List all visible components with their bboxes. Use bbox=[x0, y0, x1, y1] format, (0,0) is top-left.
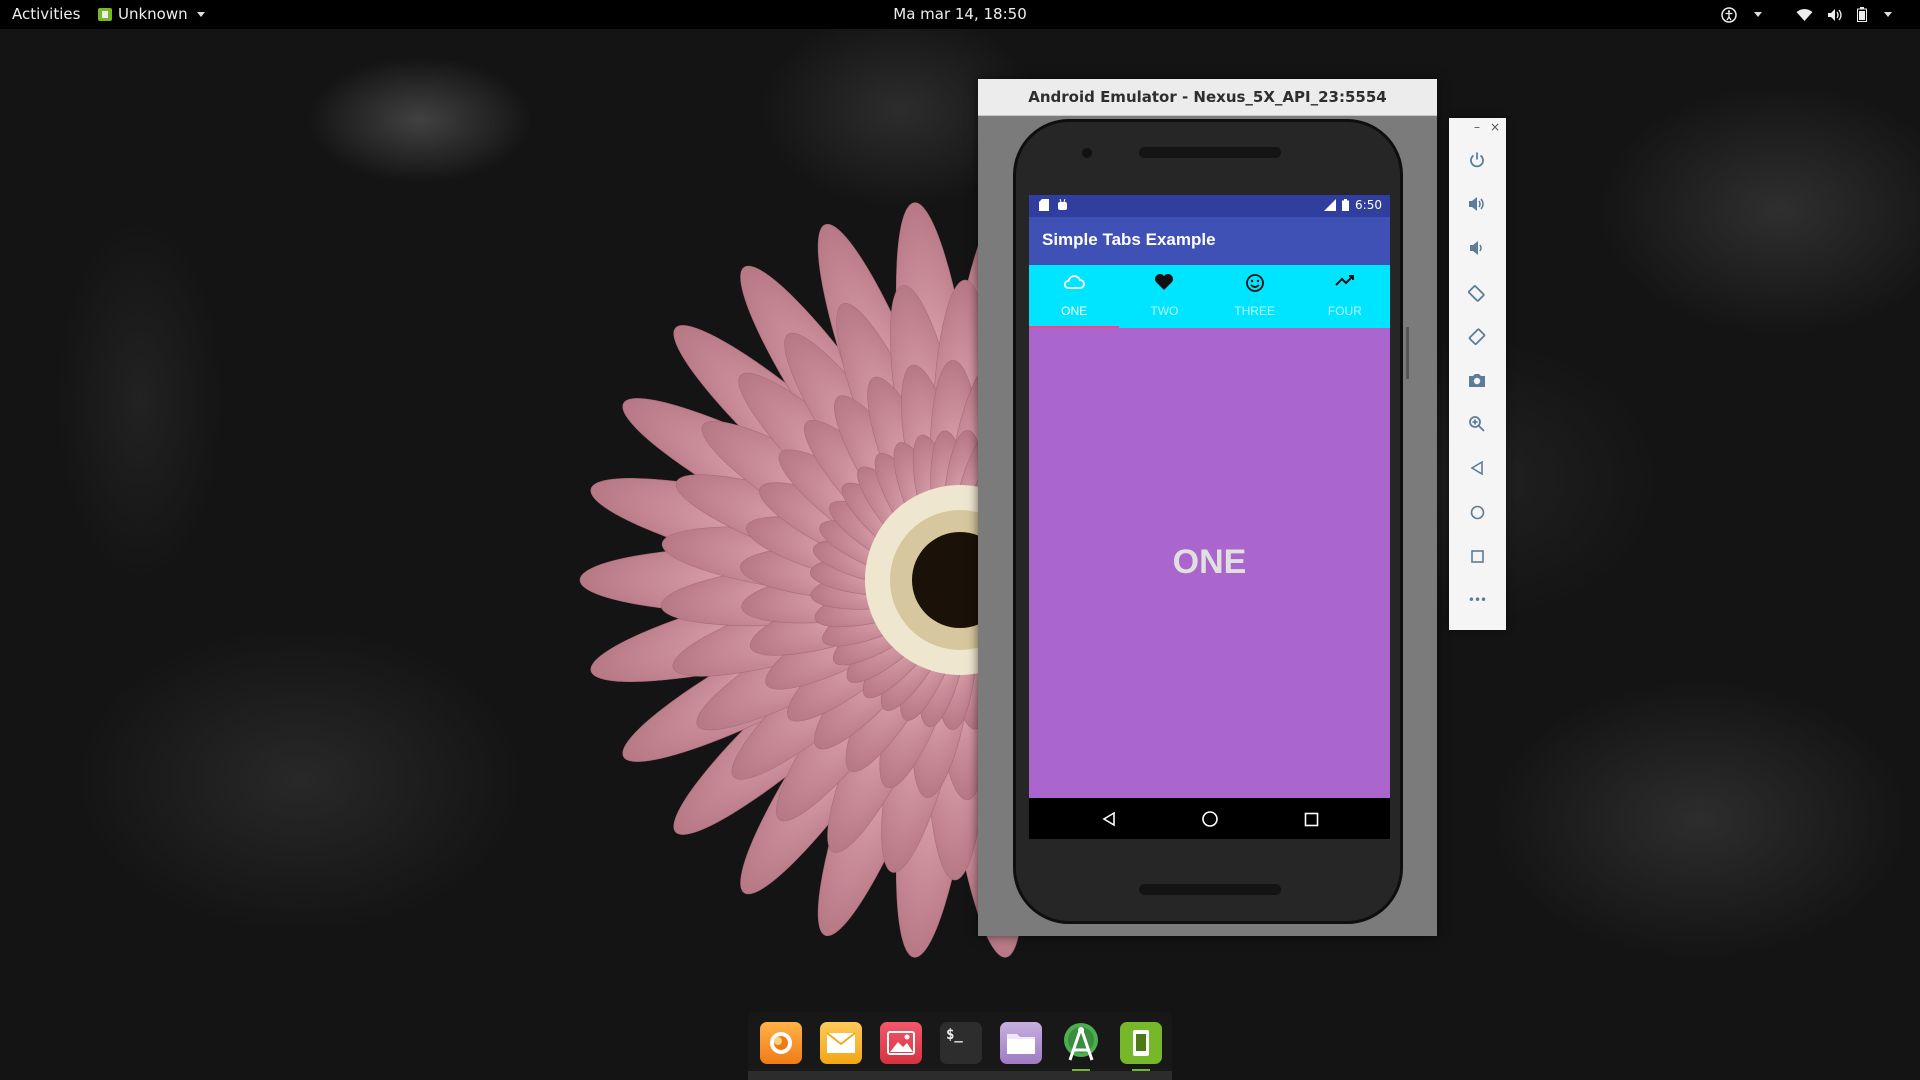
tab-four[interactable]: FOUR bbox=[1300, 265, 1390, 328]
cloud-icon bbox=[1063, 275, 1086, 289]
tab-bar: ONE TWO THREE FOUR bbox=[1029, 265, 1390, 328]
terminal-icon[interactable]: $_ bbox=[940, 1022, 982, 1064]
emulator-window: Android Emulator - Nexus_5X_API_23:5554 … bbox=[978, 79, 1437, 936]
tab-one[interactable]: ONE bbox=[1029, 265, 1120, 328]
volume-down-icon[interactable] bbox=[1463, 234, 1491, 262]
speaker-top bbox=[1139, 147, 1281, 158]
accessibility-icon[interactable] bbox=[1721, 6, 1737, 23]
phone-frame: 6:50 Simple Tabs Example ONE TWO THREE F… bbox=[1013, 119, 1409, 924]
speaker-bottom bbox=[1139, 884, 1281, 895]
trending-up-icon bbox=[1335, 275, 1354, 286]
status-time: 6:50 bbox=[1355, 198, 1382, 212]
recents-icon[interactable] bbox=[1298, 806, 1324, 832]
smiley-icon bbox=[1245, 274, 1264, 292]
signal-icon bbox=[1324, 199, 1337, 211]
chevron-down-icon bbox=[1884, 12, 1892, 17]
window-title[interactable]: Android Emulator - Nexus_5X_API_23:5554 bbox=[978, 79, 1437, 116]
volume-icon bbox=[1827, 8, 1843, 22]
tab-label: TWO bbox=[1150, 304, 1179, 318]
camera-icon[interactable] bbox=[1463, 366, 1491, 394]
minimize-button[interactable]: – bbox=[1474, 120, 1480, 134]
home-icon[interactable] bbox=[1197, 806, 1223, 832]
android-nav-bar bbox=[1029, 798, 1390, 839]
volume-up-icon[interactable] bbox=[1463, 190, 1491, 218]
sd-card-icon bbox=[1039, 199, 1049, 211]
app-title: Simple Tabs Example bbox=[1042, 230, 1216, 249]
close-button[interactable]: × bbox=[1490, 120, 1500, 134]
heart-icon bbox=[1155, 274, 1174, 290]
emulator-icon[interactable] bbox=[1120, 1022, 1162, 1072]
app-toolbar: Simple Tabs Example bbox=[1029, 217, 1390, 265]
emulator-controls: – × ••• bbox=[1449, 118, 1506, 630]
chevron-down-icon bbox=[1754, 12, 1762, 17]
battery-icon bbox=[1857, 7, 1867, 22]
content-label: ONE bbox=[1172, 543, 1247, 581]
dock-indicator-strip bbox=[748, 1071, 1172, 1080]
top-bar: Activities Unknown Ma mar 14, 18:50 bbox=[0, 0, 1920, 29]
tab-content: ONE bbox=[1029, 328, 1390, 798]
rotate-left-icon[interactable] bbox=[1463, 278, 1491, 306]
clock[interactable]: Ma mar 14, 18:50 bbox=[0, 0, 1920, 29]
wifi-icon bbox=[1796, 8, 1813, 22]
home-icon[interactable] bbox=[1463, 498, 1491, 526]
android-debug-icon bbox=[1058, 199, 1067, 210]
battery-icon bbox=[1342, 199, 1350, 211]
front-camera bbox=[1082, 148, 1092, 158]
android-studio-icon[interactable] bbox=[1060, 1022, 1102, 1072]
back-icon[interactable] bbox=[1463, 454, 1491, 482]
files-icon[interactable] bbox=[1000, 1022, 1042, 1064]
back-icon[interactable] bbox=[1096, 806, 1122, 832]
tab-label: THREE bbox=[1234, 304, 1275, 318]
tab-three[interactable]: THREE bbox=[1210, 265, 1300, 328]
more-icon[interactable]: ••• bbox=[1463, 586, 1491, 614]
dock: $_ bbox=[748, 1012, 1172, 1080]
system-tray[interactable] bbox=[1721, 0, 1892, 29]
zoom-icon[interactable] bbox=[1463, 410, 1491, 438]
tab-label: FOUR bbox=[1327, 304, 1362, 318]
android-status-bar: 6:50 bbox=[1029, 195, 1390, 217]
tab-label: ONE bbox=[1061, 304, 1088, 318]
mail-icon[interactable] bbox=[820, 1022, 862, 1064]
overview-icon[interactable] bbox=[1463, 542, 1491, 570]
phone-side-button bbox=[1406, 327, 1409, 379]
power-icon[interactable] bbox=[1463, 146, 1491, 174]
rotate-right-icon[interactable] bbox=[1463, 322, 1491, 350]
firefox-icon[interactable] bbox=[760, 1022, 802, 1064]
device-screen[interactable]: 6:50 Simple Tabs Example ONE TWO THREE F… bbox=[1029, 195, 1390, 839]
tab-two[interactable]: TWO bbox=[1119, 265, 1209, 328]
photos-icon[interactable] bbox=[880, 1022, 922, 1064]
